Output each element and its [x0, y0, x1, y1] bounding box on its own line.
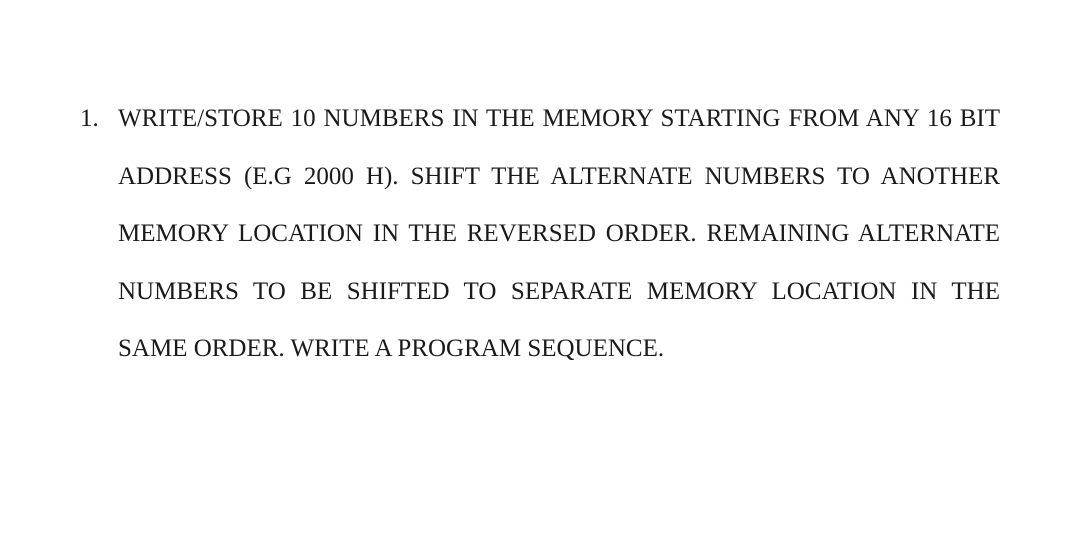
- question-number: 1.: [80, 90, 108, 148]
- question-item: 1. WRITE/STORE 10 NUMBERS IN THE MEMORY …: [80, 90, 1000, 378]
- question-text: WRITE/STORE 10 NUMBERS IN THE MEMORY STA…: [118, 90, 1000, 378]
